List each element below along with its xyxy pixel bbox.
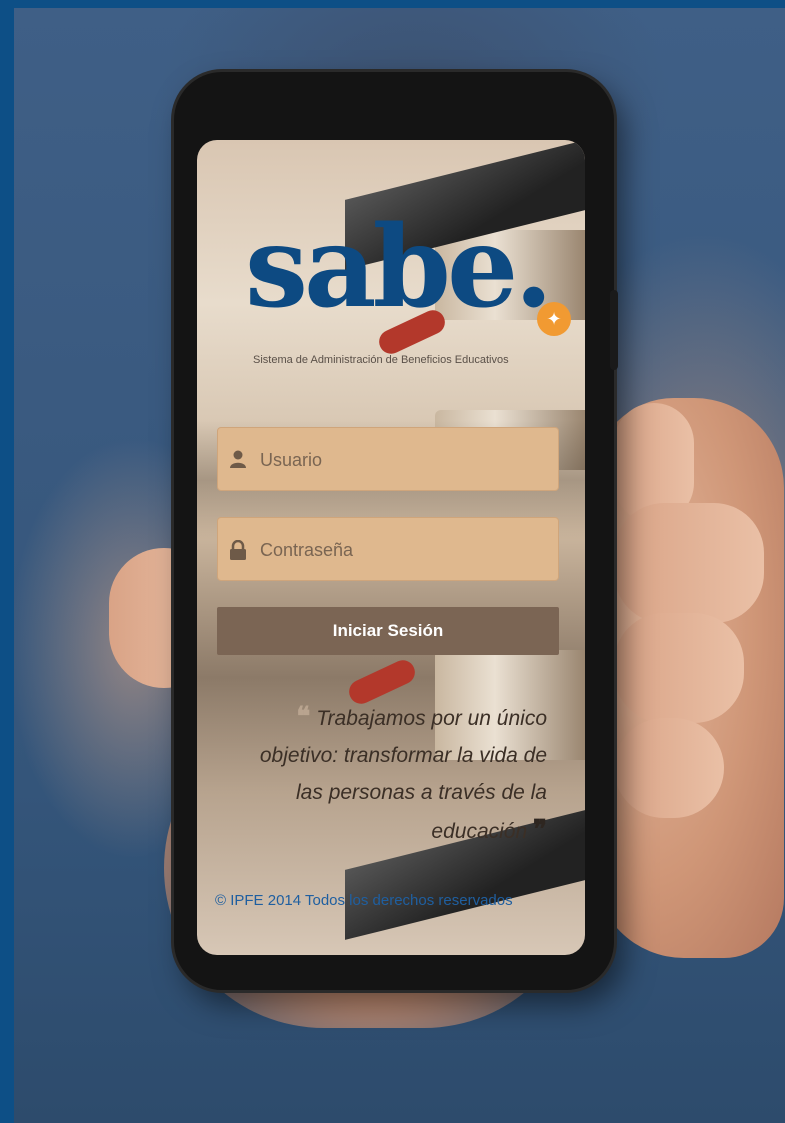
- open-quote-icon: ❝: [296, 701, 311, 731]
- finger: [614, 503, 764, 623]
- login-button[interactable]: Iniciar Sesión: [217, 607, 559, 655]
- lock-icon: [230, 539, 246, 560]
- close-quote-icon: ❞: [533, 814, 547, 844]
- top-border: [14, 0, 785, 8]
- phone-side-button: [610, 290, 618, 370]
- phone-screen: sabe. ✦ Sistema de Administración de Ben…: [197, 140, 585, 955]
- logo-subtitle: Sistema de Administración de Beneficios …: [253, 354, 509, 366]
- user-icon: [230, 450, 246, 470]
- password-input[interactable]: [258, 518, 552, 582]
- finger: [614, 613, 744, 723]
- finger: [614, 718, 724, 818]
- logo-badge-icon: ✦: [537, 302, 571, 336]
- username-input[interactable]: [258, 428, 552, 492]
- password-field[interactable]: [217, 517, 559, 582]
- app-logo: sabe.: [245, 202, 553, 333]
- username-field[interactable]: [217, 427, 559, 492]
- quote: ❝ Trabajamos por un único objetivo: tran…: [237, 698, 547, 850]
- copyright-footer: © IPFE 2014 Todos los derechos reservado…: [215, 892, 513, 909]
